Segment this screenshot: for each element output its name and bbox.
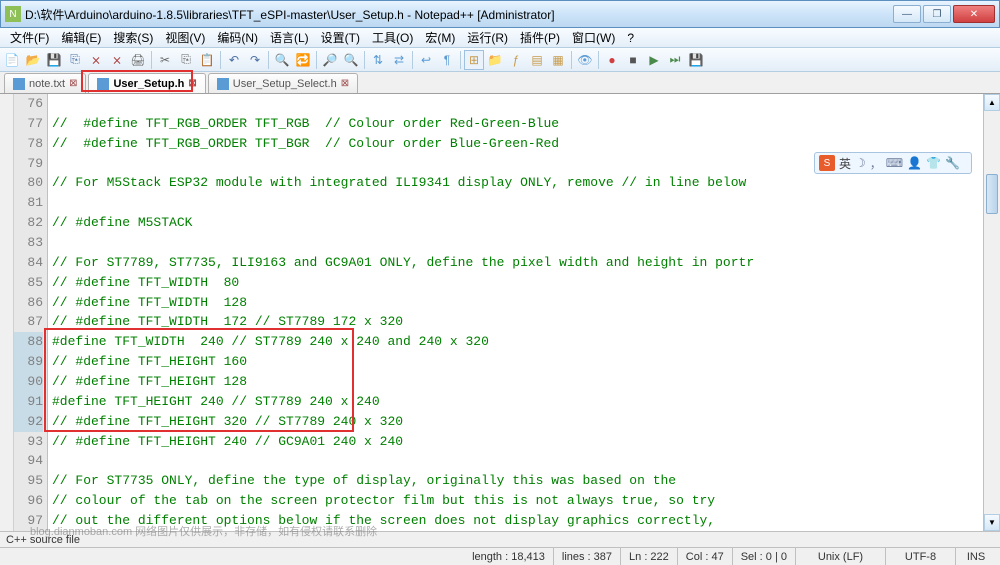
menu-view[interactable]: 视图(V): [159, 29, 211, 46]
toolbar: 📄 📂 💾 ⎘ ⨯ ⨯ 🖨 ✂ ⎘ 📋 ↶ ↷ 🔍 🔁 🔎 🔍 ⇅ ⇄ ↩ ¶ …: [0, 48, 1000, 72]
ime-moon-icon[interactable]: ☽: [855, 156, 866, 170]
status-sel: Sel : 0 | 0: [733, 548, 796, 565]
new-file-icon[interactable]: 📄: [2, 50, 22, 70]
open-file-icon[interactable]: 📂: [23, 50, 43, 70]
status-ln: Ln : 222: [621, 548, 678, 565]
status-col: Col : 47: [678, 548, 733, 565]
paste-icon[interactable]: 📋: [197, 50, 217, 70]
vertical-scrollbar[interactable]: ▲ ▼: [983, 94, 1000, 531]
zoom-in-icon[interactable]: 🔎: [320, 50, 340, 70]
folder-icon[interactable]: 📁: [485, 50, 505, 70]
maximize-button[interactable]: ❐: [923, 5, 951, 23]
redo-icon[interactable]: ↷: [245, 50, 265, 70]
close-file-icon[interactable]: ⨯: [86, 50, 106, 70]
scroll-down-icon[interactable]: ▼: [984, 514, 1000, 531]
tab-label: User_Setup.h: [113, 78, 184, 90]
ime-keyboard-icon[interactable]: ⌨: [886, 156, 903, 170]
menu-lang[interactable]: 语言(L): [264, 29, 315, 46]
ime-logo-icon[interactable]: S: [819, 155, 835, 171]
status-mode: INS: [956, 548, 996, 565]
tab-label: note.txt: [29, 78, 65, 90]
ime-wrench-icon[interactable]: 🔧: [945, 156, 960, 170]
close-button[interactable]: ✕: [953, 5, 995, 23]
tab-bar: note.txt ⊠ User_Setup.h ⊠ User_Setup_Selec…: [0, 72, 1000, 94]
tab-user-setup[interactable]: User_Setup.h ⊠: [88, 73, 205, 93]
ime-shirt-icon[interactable]: 👕: [926, 156, 941, 170]
menu-window[interactable]: 窗口(W): [566, 29, 621, 46]
menu-tools[interactable]: 工具(O): [366, 29, 419, 46]
close-all-icon[interactable]: ⨯: [107, 50, 127, 70]
monitor-icon[interactable]: 👁: [575, 50, 595, 70]
app-icon: N: [5, 6, 21, 22]
status-bar: length : 18,413 lines : 387 Ln : 222 Col…: [0, 547, 1000, 565]
sync-v-icon[interactable]: ⇅: [368, 50, 388, 70]
copy-icon[interactable]: ⎘: [176, 50, 196, 70]
zoom-out-icon[interactable]: 🔍: [341, 50, 361, 70]
record-icon[interactable]: ●: [602, 50, 622, 70]
file-icon: [217, 78, 229, 90]
allchars-icon[interactable]: ¶: [437, 50, 457, 70]
ime-comma-icon[interactable]: ，: [870, 155, 882, 172]
window-title: D:\软件\Arduino\arduino-1.8.5\libraries\TF…: [25, 6, 893, 23]
tab-label: User_Setup_Select.h: [233, 78, 337, 90]
wordwrap-icon[interactable]: ↩: [416, 50, 436, 70]
print-icon[interactable]: 🖨: [128, 50, 148, 70]
menu-run[interactable]: 运行(R): [461, 29, 514, 46]
tab-close-icon[interactable]: ⊠: [69, 78, 77, 89]
replace-icon[interactable]: 🔁: [293, 50, 313, 70]
play-icon[interactable]: ▶: [644, 50, 664, 70]
watermark-text: blog.dianmoban.com 网络图片仅供展示，非存储，如有侵权请联系删…: [30, 523, 377, 539]
ime-toolbar[interactable]: S 英 ☽ ， ⌨ 👤 👕 🔧: [814, 152, 972, 174]
indent-guide-icon[interactable]: ⊞: [464, 50, 484, 70]
stop-icon[interactable]: ■: [623, 50, 643, 70]
tab-close-icon[interactable]: ⊠: [188, 78, 196, 89]
status-eol: Unix (LF): [796, 548, 886, 565]
ime-person-icon[interactable]: 👤: [907, 156, 922, 170]
status-length: length : 18,413: [464, 548, 554, 565]
scroll-up-icon[interactable]: ▲: [984, 94, 1000, 111]
cut-icon[interactable]: ✂: [155, 50, 175, 70]
menu-settings[interactable]: 设置(T): [315, 29, 366, 46]
savemacro-icon[interactable]: 💾: [686, 50, 706, 70]
tab-user-setup-select[interactable]: User_Setup_Select.h ⊠: [208, 73, 358, 93]
status-encoding: UTF-8: [886, 548, 956, 565]
window-titlebar: N D:\软件\Arduino\arduino-1.8.5\libraries\…: [0, 0, 1000, 28]
scroll-thumb[interactable]: [986, 174, 998, 214]
file-icon: [13, 78, 25, 90]
file-icon: [97, 78, 109, 90]
doclist-icon[interactable]: ▦: [548, 50, 568, 70]
save-icon[interactable]: 💾: [44, 50, 64, 70]
menu-plugins[interactable]: 插件(P): [514, 29, 566, 46]
find-icon[interactable]: 🔍: [272, 50, 292, 70]
tab-close-icon[interactable]: ⊠: [341, 78, 349, 89]
status-lines: lines : 387: [554, 548, 621, 565]
line-number-gutter: 7677787980818283848586878889909192939495…: [14, 94, 48, 531]
menu-macro[interactable]: 宏(M): [419, 29, 461, 46]
save-all-icon[interactable]: ⎘: [65, 50, 85, 70]
ime-lang[interactable]: 英: [839, 155, 851, 172]
funclist-icon[interactable]: ƒ: [506, 50, 526, 70]
menu-help[interactable]: ?: [621, 31, 640, 45]
sync-h-icon[interactable]: ⇄: [389, 50, 409, 70]
docmap-icon[interactable]: ▤: [527, 50, 547, 70]
menu-file[interactable]: 文件(F): [4, 29, 55, 46]
undo-icon[interactable]: ↶: [224, 50, 244, 70]
menu-search[interactable]: 搜索(S): [107, 29, 159, 46]
minimize-button[interactable]: ―: [893, 5, 921, 23]
fold-column[interactable]: [0, 94, 14, 531]
menu-encoding[interactable]: 编码(N): [211, 29, 264, 46]
menu-bar: 文件(F) 编辑(E) 搜索(S) 视图(V) 编码(N) 语言(L) 设置(T…: [0, 28, 1000, 48]
playmulti-icon[interactable]: ⏭: [665, 50, 685, 70]
menu-edit[interactable]: 编辑(E): [55, 29, 107, 46]
tab-note[interactable]: note.txt ⊠: [4, 73, 86, 93]
